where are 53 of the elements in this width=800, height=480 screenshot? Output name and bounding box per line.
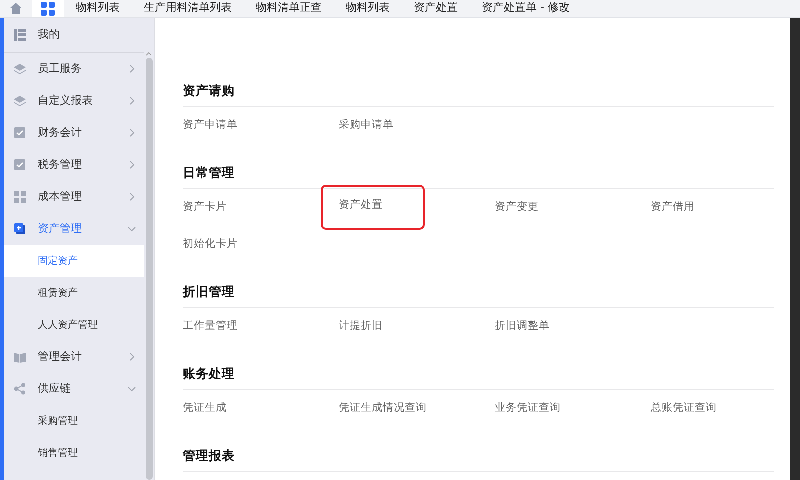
section-heading: 资产请购: [183, 74, 774, 107]
menu-item[interactable]: 成本管理: [4, 181, 144, 213]
menu-item[interactable]: 自定义报表: [4, 85, 144, 117]
scroll-up-icon[interactable]: [146, 52, 152, 56]
book-icon: [14, 351, 26, 363]
menu-item[interactable]: 我的: [4, 18, 144, 53]
share-icon: [14, 383, 26, 395]
scrollbar-thumb[interactable]: [146, 58, 152, 480]
menu-item[interactable]: 管理会计: [4, 341, 144, 373]
menu-item[interactable]: 税务管理: [4, 149, 144, 181]
feature-link[interactable]: 资产申请单: [183, 116, 238, 136]
submenu-item[interactable]: 租赁资产: [4, 277, 144, 309]
feature-link[interactable]: 计提折旧: [339, 316, 383, 336]
section-heading: 账务处理: [183, 357, 774, 390]
feature-link[interactable]: 资产卡片: [183, 198, 227, 218]
document-icon: [14, 223, 26, 235]
apps-tab[interactable]: [32, 0, 64, 17]
feature-link[interactable]: 凭证生成情况查询: [339, 398, 427, 418]
menu-item[interactable]: 员工服务: [4, 53, 144, 85]
grid-icon: [14, 191, 26, 203]
tab[interactable]: 资产处置: [402, 0, 470, 17]
submenu-item[interactable]: 销售管理: [4, 437, 144, 469]
menu-item[interactable]: 资产管理: [4, 213, 144, 245]
grid-icon: [41, 2, 55, 16]
tab[interactable]: 物料列表: [334, 0, 402, 17]
tab[interactable]: 物料清单正查: [244, 0, 334, 17]
section-heading: 日常管理: [183, 156, 774, 189]
submenu-item[interactable]: 采购管理: [4, 405, 144, 437]
checkbox-icon: [14, 127, 26, 139]
tab[interactable]: 生产用料清单列表: [132, 0, 244, 17]
feature-link[interactable]: 资产借用: [651, 198, 695, 218]
feature-link[interactable]: 总账凭证查询: [651, 398, 717, 418]
highlighted-link[interactable]: 资产处置: [323, 187, 423, 228]
home-icon: [9, 2, 23, 15]
feature-link[interactable]: 采购申请单: [339, 116, 394, 136]
feature-link[interactable]: 资产变更: [495, 198, 539, 218]
tab[interactable]: 资产处置单 - 修改: [470, 0, 582, 17]
layers-icon: [14, 63, 26, 75]
list-icon: [14, 29, 26, 41]
menu-item[interactable]: 供应链: [4, 373, 144, 405]
feature-link[interactable]: 初始化卡片: [183, 234, 238, 254]
tab[interactable]: 物料列表: [64, 0, 132, 17]
feature-link[interactable]: 工作量管理: [183, 316, 238, 336]
menu-item[interactable]: 财务会计: [4, 117, 144, 149]
section-heading: 管理报表: [183, 439, 774, 472]
feature-link[interactable]: 折旧调整单: [495, 316, 550, 336]
submenu-item[interactable]: 人人资产管理: [4, 309, 144, 341]
submenu-item[interactable]: 固定资产: [4, 245, 144, 277]
layers-icon: [14, 95, 26, 107]
feature-link[interactable]: 业务凭证查询: [495, 398, 561, 418]
feature-link[interactable]: 凭证生成: [183, 398, 227, 418]
section-heading: 折旧管理: [183, 275, 774, 308]
checkbox-icon: [14, 159, 26, 171]
